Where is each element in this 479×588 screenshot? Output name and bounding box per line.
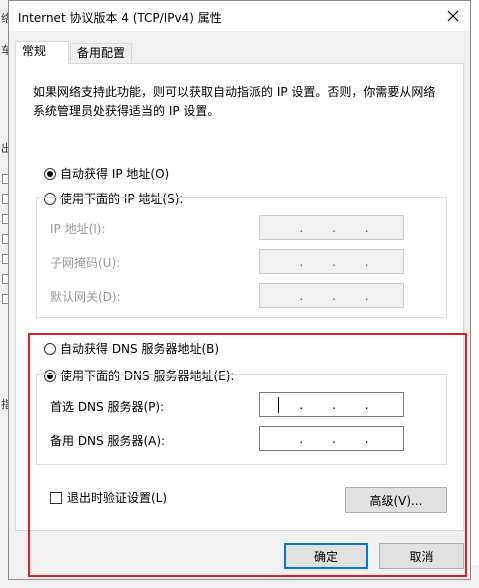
dns-settings-group: 首选 DNS 服务器(P): ... 备用 DNS 服务器(A): ... <box>36 374 447 465</box>
advanced-button[interactable]: 高级(V)... <box>345 487 447 513</box>
subnet-mask-label: 子网掩码(U): <box>50 256 121 270</box>
validate-on-exit-label: 退出时验证设置(L) <box>67 491 168 505</box>
octet-separator: . <box>332 431 336 446</box>
subnet-mask-input[interactable]: ... <box>259 249 404 274</box>
auto-ip-label: 自动获得 IP 地址(O) <box>60 167 170 181</box>
ip-address-input[interactable]: ... <box>259 215 404 240</box>
window-title: Internet 协议版本 4 (TCP/IPv4) 属性 <box>18 11 222 25</box>
general-panel: 如果网络支持此功能，则可以获取自动指派的 IP 设置。否则，你需要从网络系统管理… <box>15 63 464 531</box>
octet-separator: . <box>299 220 304 235</box>
checkbox-indicator <box>50 491 62 504</box>
tcpip-properties-dialog: Internet 协议版本 4 (TCP/IPv4) 属性 常规 备用配置 如果… <box>8 0 471 580</box>
tab-alternate-config[interactable]: 备用配置 <box>70 43 132 62</box>
ok-button[interactable]: 确定 <box>284 543 368 569</box>
octet-separator: . <box>332 288 336 303</box>
tab-general[interactable]: 常规 <box>15 41 69 64</box>
octet-separator: . <box>364 254 369 269</box>
close-icon <box>447 10 459 22</box>
auto-dns-label: 自动获得 DNS 服务器地址(B) <box>60 342 220 356</box>
radio-indicator <box>44 342 56 355</box>
octet-separator: . <box>332 220 336 235</box>
text-cursor <box>278 397 279 413</box>
octet-separator: . <box>332 254 336 269</box>
auto-ip-radio[interactable]: 自动获得 IP 地址(O) <box>44 165 169 182</box>
octet-separator: . <box>364 431 369 446</box>
alternate-dns-input[interactable]: ... <box>259 426 404 451</box>
octet-separator: . <box>332 397 336 412</box>
octet-separator: . <box>299 431 304 446</box>
ip-address-label: IP 地址(I): <box>50 222 106 236</box>
ip-settings-group: IP 地址(I): ... 子网掩码(U): ... 默认网关(D): ... <box>36 197 447 318</box>
preferred-dns-input[interactable]: ... <box>259 392 404 417</box>
radio-indicator <box>44 167 56 180</box>
octet-separator: . <box>364 397 369 412</box>
cancel-button[interactable]: 取消 <box>379 543 464 569</box>
octet-separator: . <box>299 288 304 303</box>
default-gateway-input[interactable]: ... <box>259 283 404 308</box>
octet-separator: . <box>364 288 369 303</box>
description-text: 如果网络支持此功能，则可以获取自动指派的 IP 设置。否则，你需要从网络系统管理… <box>33 85 436 118</box>
octet-separator: . <box>364 220 369 235</box>
auto-dns-radio[interactable]: 自动获得 DNS 服务器地址(B) <box>44 340 219 357</box>
preferred-dns-label: 首选 DNS 服务器(P): <box>50 400 165 414</box>
title-bar: Internet 协议版本 4 (TCP/IPv4) 属性 <box>9 1 470 31</box>
default-gateway-label: 默认网关(D): <box>50 290 121 304</box>
close-button[interactable] <box>442 5 464 27</box>
octet-separator: . <box>299 254 304 269</box>
alternate-dns-label: 备用 DNS 服务器(A): <box>50 434 166 448</box>
validate-on-exit-checkbox[interactable]: 退出时验证设置(L) <box>50 489 167 506</box>
octet-separator: . <box>299 397 304 412</box>
